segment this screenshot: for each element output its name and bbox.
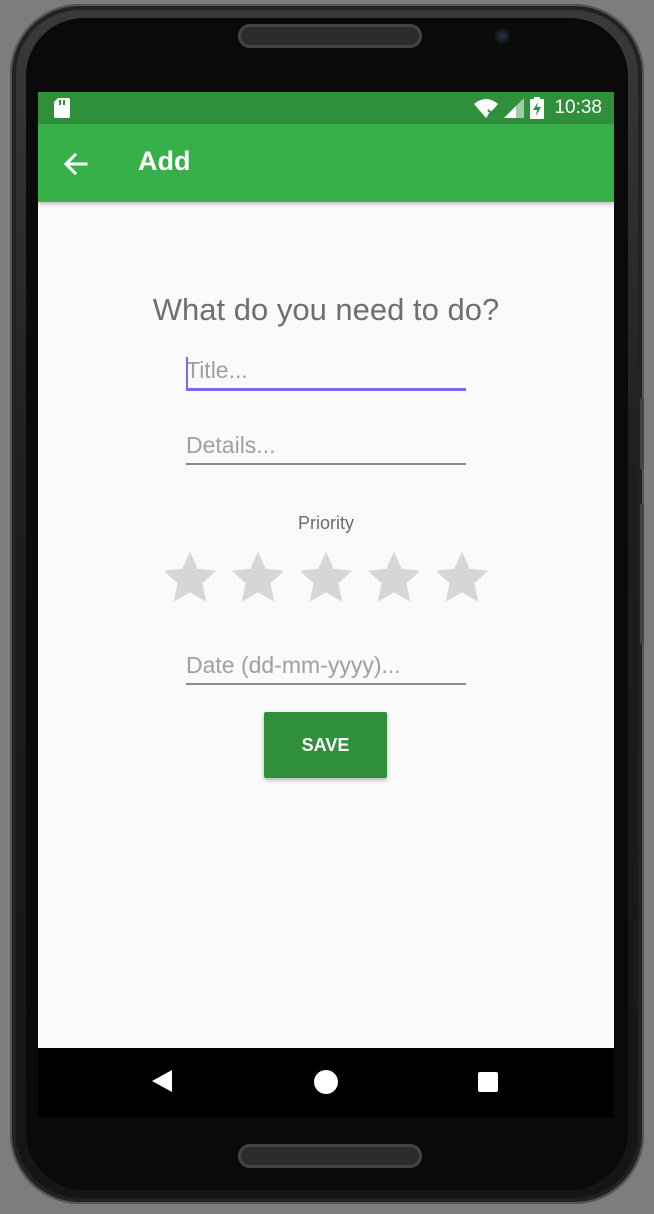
star-icon[interactable]: [432, 548, 492, 608]
volume-button: [640, 399, 644, 469]
star-icon[interactable]: [160, 548, 220, 608]
wifi-icon: [474, 99, 499, 118]
details-input[interactable]: [186, 432, 466, 465]
status-time: 10:38: [554, 97, 602, 118]
nav-recent-apps-icon[interactable]: [478, 1072, 498, 1092]
front-camera: [494, 28, 510, 44]
save-button[interactable]: SAVE: [264, 712, 387, 778]
app-screen: 10:38 Add What do you need to do? Priori…: [38, 92, 614, 1048]
star-icon[interactable]: [296, 548, 356, 608]
app-bar: Add: [38, 124, 614, 202]
nav-back-icon[interactable]: [150, 1068, 176, 1094]
priority-label: Priority: [297, 513, 354, 533]
priority-rating[interactable]: [160, 548, 492, 608]
title-input[interactable]: [186, 357, 466, 391]
status-bar: 10:38: [38, 92, 614, 124]
text-cursor: [186, 357, 188, 391]
form-heading: What do you need to do?: [152, 292, 500, 327]
bottom-speaker: [238, 1144, 422, 1168]
top-speaker: [238, 24, 422, 48]
navigation-bar: [38, 1048, 614, 1118]
power-button: [640, 504, 644, 644]
date-input[interactable]: [186, 652, 466, 685]
app-bar-title: Add: [138, 146, 191, 176]
battery-charging-icon: [530, 97, 545, 119]
star-icon[interactable]: [228, 548, 288, 608]
star-icon[interactable]: [364, 548, 424, 608]
signal-icon: [504, 98, 525, 118]
status-icons: 10:38: [474, 96, 602, 120]
sd-card-icon: [54, 98, 70, 118]
nav-home-icon[interactable]: [314, 1070, 338, 1094]
arrow-back-icon[interactable]: [60, 148, 92, 180]
